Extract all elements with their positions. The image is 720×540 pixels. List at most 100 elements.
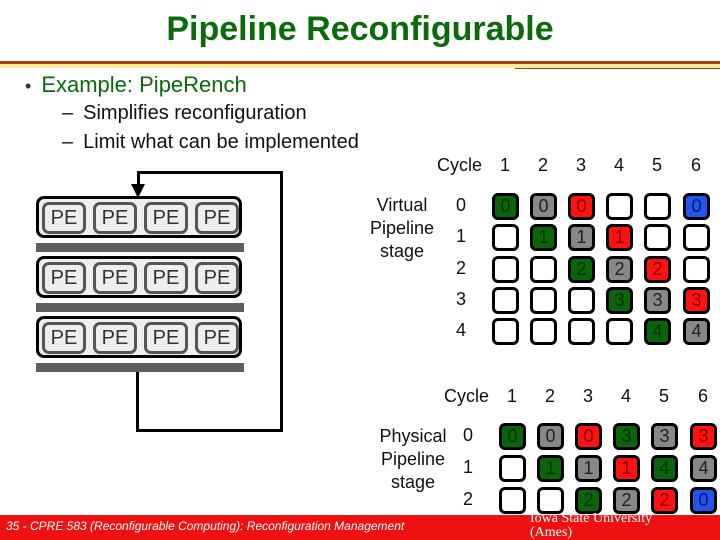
config-cell-gray: 1 [568, 224, 595, 251]
config-cell-gray: 0 [530, 193, 557, 220]
config-cell-red: 0 [575, 423, 602, 450]
bullet-dot-icon: • [25, 76, 32, 96]
empty-cell [568, 318, 595, 345]
cycle-number: 3 [583, 386, 594, 406]
arrow-down-icon [131, 184, 145, 198]
bullet-item: • Example: PipeRench [25, 72, 247, 98]
row-label-line: stage [390, 472, 436, 492]
pe-cell: PE [144, 262, 188, 294]
pe-cell: PE [195, 262, 239, 294]
pe-cell: PE [42, 322, 86, 354]
empty-cell [683, 256, 710, 283]
config-cell-green: 0 [492, 193, 519, 220]
config-cell-green: 2 [568, 256, 595, 283]
cycle-number: 6 [698, 386, 709, 406]
empty-cell [492, 224, 519, 251]
config-cell-green: 0 [499, 423, 526, 450]
sub-bullet-item: – Limit what can be implemented [62, 131, 359, 154]
empty-cell [530, 318, 557, 345]
config-cell-gray: 4 [690, 455, 717, 482]
config-cell-green: 1 [537, 455, 564, 482]
row-label-line: Pipeline [380, 449, 446, 469]
loop-line-left [136, 372, 139, 432]
footer-university-campus: (Ames) [530, 525, 572, 540]
config-cell-green: 3 [606, 287, 633, 314]
pe-stripe: PE PE PE PE [36, 256, 242, 298]
row-label-line: Physical [379, 426, 447, 446]
empty-cell [492, 318, 519, 345]
empty-cell [530, 287, 557, 314]
sub-bullet-text: Simplifies reconfiguration [83, 102, 307, 124]
empty-cell [644, 224, 671, 251]
config-cell-red: 2 [644, 256, 671, 283]
cycle-number: 1 [500, 155, 511, 175]
empty-cell [644, 193, 671, 220]
empty-cell [568, 287, 595, 314]
stage-number: 1 [456, 226, 467, 246]
dash-icon: – [62, 102, 74, 124]
pe-register-bar [36, 303, 244, 312]
config-cell-gray: 3 [644, 287, 671, 314]
config-cell-red: 2 [651, 487, 678, 514]
empty-cell [530, 256, 557, 283]
config-cell-red: 1 [613, 455, 640, 482]
footer-course-text: 35 - CPRE 583 (Reconfigurable Computing)… [6, 519, 405, 533]
cycle-number: 6 [691, 155, 702, 175]
pe-cell: PE [93, 262, 137, 294]
row-label-line: Virtual [376, 195, 428, 215]
config-cell-gray: 0 [537, 423, 564, 450]
empty-cell [606, 318, 633, 345]
config-cell-gray: 3 [651, 423, 678, 450]
config-cell-blue: 0 [683, 193, 710, 220]
empty-cell [499, 455, 526, 482]
slide-title: Pipeline Reconfigurable [166, 10, 554, 48]
row-label-line: Pipeline [369, 218, 435, 238]
config-cell-green: 2 [575, 487, 602, 514]
stage-number: 4 [456, 320, 467, 340]
pe-stripe: PE PE PE PE [36, 316, 242, 358]
cycle-number: 4 [621, 386, 632, 406]
pe-register-bar [36, 363, 244, 372]
sub-bullet-item: – Simplifies reconfiguration [62, 102, 307, 125]
cycle-label: Cycle [444, 386, 490, 406]
stage-number: 0 [456, 195, 467, 215]
config-cell-red: 3 [683, 287, 710, 314]
empty-cell [606, 193, 633, 220]
loop-line-top [137, 171, 283, 174]
empty-cell [492, 256, 519, 283]
row-label-line: stage [379, 241, 425, 261]
pe-cell: PE [42, 262, 86, 294]
cycle-number: 5 [652, 155, 663, 175]
empty-cell [492, 287, 519, 314]
cycle-label: Cycle [437, 155, 483, 175]
pe-stripe: PE PE PE PE [36, 196, 242, 238]
row-label: Physical Pipeline stage [369, 425, 457, 494]
config-cell-gray: 4 [683, 318, 710, 345]
config-cell-green: 4 [651, 455, 678, 482]
cycle-number: 5 [659, 386, 670, 406]
pe-cell: PE [195, 202, 239, 234]
row-label: Virtual Pipeline stage [362, 194, 442, 263]
config-cell-red: 0 [568, 193, 595, 220]
cycle-number: 2 [545, 386, 556, 406]
stage-number: 2 [463, 489, 474, 509]
config-cell-red: 3 [690, 423, 717, 450]
title-rule-thin [515, 68, 720, 69]
pe-cell: PE [93, 202, 137, 234]
config-cell-gray: 2 [606, 256, 633, 283]
empty-cell [683, 224, 710, 251]
footer-university-name: Iowa State University [530, 511, 653, 526]
pe-cell: PE [195, 322, 239, 354]
bullet-text: Example: PipeRench [41, 72, 247, 97]
dash-icon: – [62, 131, 74, 153]
cycle-number: 4 [614, 155, 625, 175]
stage-number: 3 [456, 289, 467, 309]
config-cell-gray: 1 [575, 455, 602, 482]
stage-number: 0 [463, 425, 474, 445]
pe-cell: PE [93, 322, 137, 354]
config-cell-red: 1 [606, 224, 633, 251]
loop-line-right [280, 171, 283, 432]
empty-cell [499, 487, 526, 514]
config-cell-green: 4 [644, 318, 671, 345]
stage-number: 2 [456, 258, 467, 278]
